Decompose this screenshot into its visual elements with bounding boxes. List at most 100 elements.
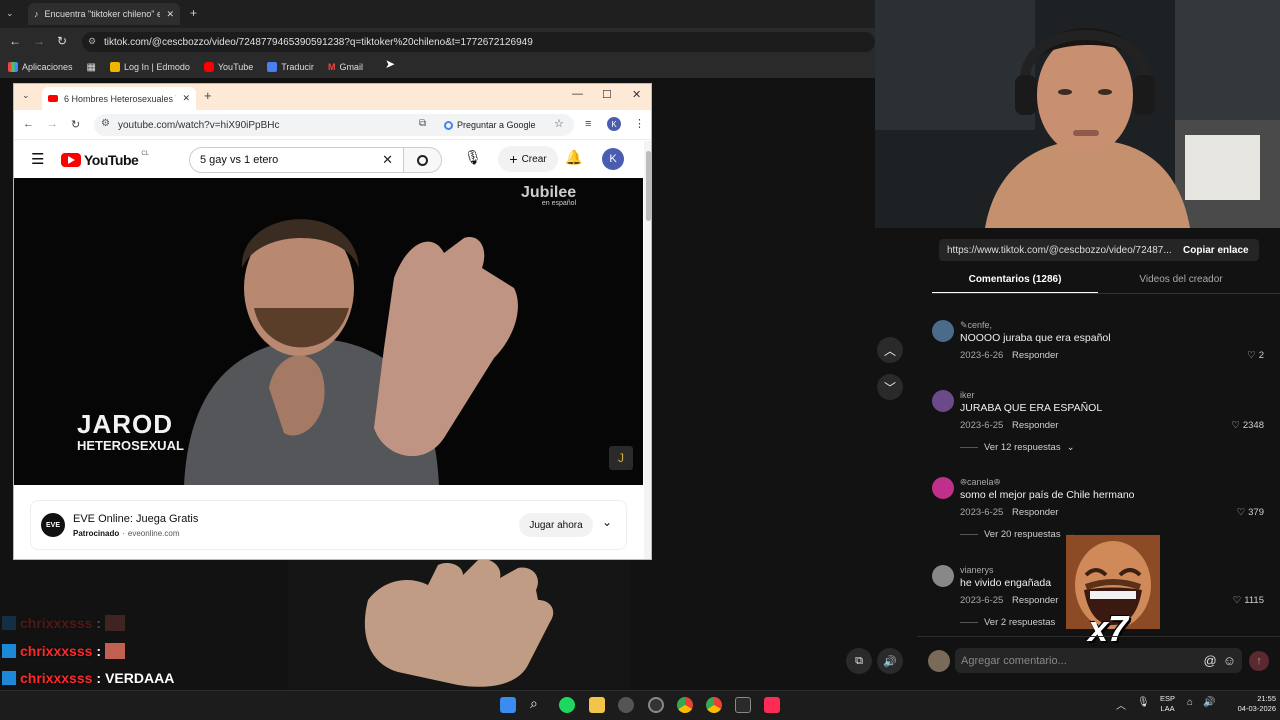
reply-button[interactable]: Responder xyxy=(1012,350,1058,361)
tray-expand-icon[interactable]: ︿ xyxy=(1116,697,1126,712)
chatgpt-icon[interactable] xyxy=(618,697,634,713)
chrome-profile-icon[interactable] xyxy=(706,697,722,713)
sponsored-ad-card[interactable]: EVE EVE Online: Juega Gratis Patrocinado… xyxy=(30,500,627,550)
commenter-avatar[interactable] xyxy=(932,565,954,587)
close-tab-icon[interactable]: ✕ xyxy=(166,9,174,20)
next-video-button[interactable]: ﹀ xyxy=(877,374,903,400)
comment-username[interactable]: ꔮcanelaꔮ xyxy=(960,477,1001,488)
hand-scene xyxy=(288,560,630,690)
new-tab-icon[interactable]: + xyxy=(190,6,197,20)
profile-button[interactable]: K xyxy=(607,117,621,131)
account-avatar[interactable]: K xyxy=(602,148,624,170)
chrome-icon[interactable] xyxy=(677,697,693,713)
back-url-text: tiktok.com/@cescbozzo/video/724877946539… xyxy=(104,36,533,48)
microphone-icon[interactable]: 🎙 xyxy=(464,149,482,166)
back-arrow-icon[interactable]: ← xyxy=(9,34,21,48)
obs-icon[interactable] xyxy=(648,697,664,713)
prev-video-button[interactable]: ︿ xyxy=(877,337,903,363)
microphone-tray-icon[interactable]: 🎙 xyxy=(1137,697,1150,708)
comment-username[interactable]: iker xyxy=(960,390,975,400)
tab-comments[interactable]: Comentarios (1286) xyxy=(932,274,1098,285)
bookmark-edmodo[interactable]: Log In | Edmodo xyxy=(109,62,190,72)
view-replies-button[interactable]: Ver 2 respuestas xyxy=(960,617,1055,628)
yt-tab[interactable]: 6 Hombres Heterosexuales VS ✕ xyxy=(42,87,196,110)
clear-search-icon[interactable]: ✕ xyxy=(382,152,393,168)
channel-watermark-icon[interactable]: J xyxy=(609,446,633,470)
reply-button[interactable]: Responder xyxy=(1012,595,1058,606)
reply-button[interactable]: Responder xyxy=(1012,420,1058,431)
forward-arrow-icon[interactable]: → xyxy=(33,34,45,48)
reply-button[interactable]: Responder xyxy=(1012,507,1058,518)
like-button[interactable]: ♡ 2 xyxy=(1247,350,1264,361)
send-comment-button[interactable]: ↑ xyxy=(1249,651,1269,671)
file-explorer-icon[interactable] xyxy=(589,697,605,713)
chevron-down-icon: ﹀ xyxy=(883,380,896,395)
reload-icon[interactable]: ↻ xyxy=(71,118,80,131)
language-indicator[interactable]: ESP LAA xyxy=(1160,694,1175,714)
close-tab-icon[interactable]: ✕ xyxy=(182,93,190,104)
bookmark-grid[interactable]: ▦ xyxy=(87,62,96,73)
comment-date: 2023-6-25 xyxy=(960,420,1004,431)
windows-start-icon[interactable] xyxy=(500,697,516,713)
commenter-avatar[interactable] xyxy=(932,477,954,499)
back-address-bar[interactable]: ⚙ tiktok.com/@cescbozzo/video/7248779465… xyxy=(82,32,875,52)
search-icon[interactable]: ⌕ xyxy=(530,695,546,711)
bookmark-apps[interactable]: Aplicaciones xyxy=(8,62,73,72)
more-menu-icon[interactable]: ⋮ xyxy=(634,117,645,130)
capcut-icon[interactable] xyxy=(735,697,751,713)
scrollbar-thumb[interactable] xyxy=(646,151,651,221)
yt-search-input[interactable]: 5 gay vs 1 etero ✕ xyxy=(189,147,404,173)
commenter-avatar[interactable] xyxy=(932,320,954,342)
volume-button[interactable]: 🔊 xyxy=(877,648,903,674)
bookmark-gmail[interactable]: M Gmail xyxy=(328,62,363,72)
ad-cta-button[interactable]: Jugar ahora xyxy=(519,513,593,537)
reading-list-icon[interactable]: ≡ xyxy=(585,118,591,130)
site-info-icon[interactable]: ⚙ xyxy=(88,36,96,47)
video-player[interactable]: Jubilee en español JAROD HETEROSEXUAL J xyxy=(14,178,643,485)
volume-tray-icon[interactable]: 🔊 xyxy=(1203,697,1215,708)
new-tab-icon[interactable]: + xyxy=(204,88,212,103)
hamburger-menu-icon[interactable]: ☰ xyxy=(31,150,44,168)
spotify-icon[interactable] xyxy=(559,697,575,713)
tiktok-app-icon[interactable] xyxy=(764,697,780,713)
pip-button[interactable]: ⧉ xyxy=(846,648,872,674)
plus-icon: + xyxy=(509,151,518,167)
expand-ad-chevron-icon[interactable]: ⌄ xyxy=(602,515,612,529)
create-button[interactable]: + Crear xyxy=(498,146,558,172)
yt-search-button[interactable] xyxy=(404,147,442,173)
forward-arrow-icon[interactable]: → xyxy=(47,118,58,130)
close-window-icon[interactable]: ✕ xyxy=(632,88,641,101)
view-replies-button[interactable]: Ver 12 respuestas ⌄ xyxy=(960,442,1075,453)
page-scrollbar[interactable] xyxy=(644,141,651,559)
comment-username[interactable]: ✎cenfe, xyxy=(960,320,992,331)
comment-username[interactable]: vianerys xyxy=(960,565,994,575)
ad-title[interactable]: EVE Online: Juega Gratis xyxy=(73,513,198,525)
back-browser-tab[interactable]: ♪ Encuentra "tiktoker chileno" en ✕ xyxy=(28,3,180,25)
back-arrow-icon[interactable]: ← xyxy=(23,118,34,130)
reload-icon[interactable]: ↻ xyxy=(57,34,67,48)
clock[interactable]: 21:55 04-03-2026 xyxy=(1220,694,1276,714)
minimize-icon[interactable]: — xyxy=(572,88,583,100)
mention-icon[interactable]: @ xyxy=(1204,653,1217,668)
bookmark-translate[interactable]: Traducir xyxy=(267,62,314,72)
add-comment-input[interactable]: Agregar comentario... @ ☺ xyxy=(955,648,1242,673)
network-icon[interactable]: ⌂ xyxy=(1187,697,1193,708)
like-button[interactable]: ♡ 379 xyxy=(1237,507,1264,518)
copy-link-button[interactable]: Copiar enlace xyxy=(1177,245,1249,256)
bookmark-star-icon[interactable]: ☆ xyxy=(554,117,564,130)
like-button[interactable]: ♡ 1115 xyxy=(1233,595,1264,606)
notifications-bell-icon[interactable]: 🔔 xyxy=(565,149,582,166)
emoji-icon[interactable]: ☺ xyxy=(1223,653,1236,668)
youtube-logo[interactable]: YouTube CL xyxy=(61,151,149,168)
like-button[interactable]: ♡ 2348 xyxy=(1231,420,1264,431)
maximize-icon[interactable]: ☐ xyxy=(602,88,612,101)
tab-creator-videos[interactable]: Videos del creador xyxy=(1098,274,1264,285)
ask-google-button[interactable]: Preguntar a Google xyxy=(444,117,536,133)
site-info-icon[interactable]: ⚙ xyxy=(101,118,110,129)
commenter-avatar[interactable] xyxy=(932,390,954,412)
tab-list-chevron-icon[interactable]: ⌄ xyxy=(22,90,30,101)
install-app-icon[interactable]: ⧉ xyxy=(419,118,426,129)
tab-list-chevron-icon[interactable]: ⌄ xyxy=(6,8,14,19)
view-replies-button[interactable]: Ver 20 respuestas⌄ xyxy=(960,529,1075,540)
bookmark-youtube[interactable]: YouTube xyxy=(203,62,253,72)
